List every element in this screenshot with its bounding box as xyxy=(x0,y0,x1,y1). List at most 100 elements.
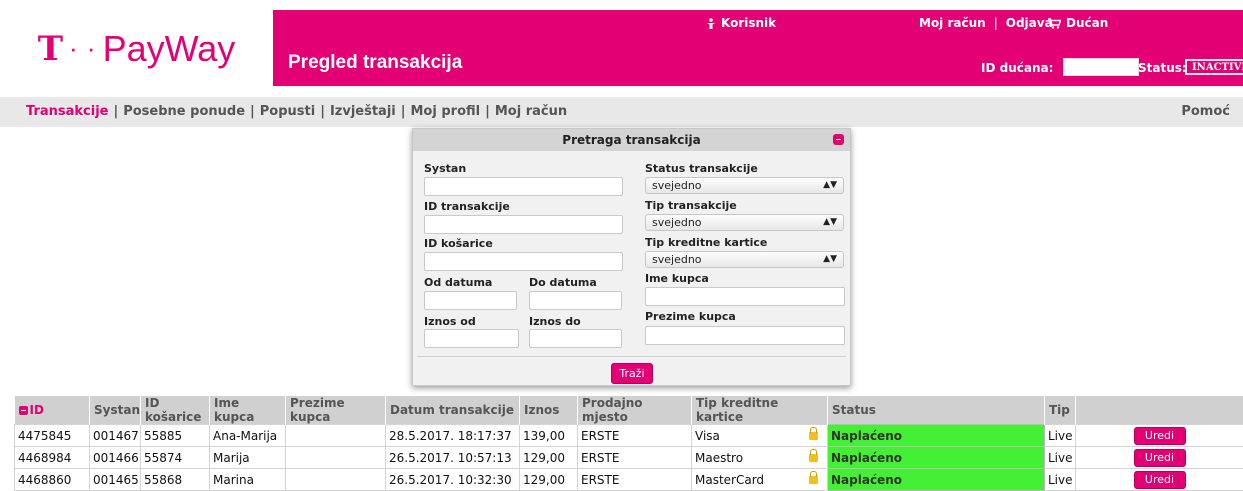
cell-cart: 55874 xyxy=(141,447,210,469)
nav-separator: | xyxy=(245,104,260,119)
systan-input[interactable] xyxy=(424,177,623,196)
nav-items: Transakcije | Posebne ponude | Popusti |… xyxy=(26,104,567,119)
nav-transactions[interactable]: Transakcije xyxy=(26,104,108,119)
logout-link[interactable]: Odjava xyxy=(1006,16,1053,30)
amount-from-label: Iznos od xyxy=(424,315,476,328)
col-systan[interactable]: Systan xyxy=(90,396,141,425)
lock-icon xyxy=(809,476,818,484)
cell-status: Naplaćeno xyxy=(828,469,1045,491)
cell-type: Live xyxy=(1045,469,1076,491)
amount-to-input[interactable] xyxy=(529,329,622,348)
select-arrows-icon: ▲▼ xyxy=(823,178,837,193)
col-cart-id[interactable]: ID košarice xyxy=(141,396,210,425)
cell-pos: ERSTE xyxy=(578,469,692,491)
help-link[interactable]: Pomoć xyxy=(1181,104,1230,119)
edit-button[interactable]: Uredi xyxy=(1134,449,1186,467)
my-account-link[interactable]: Moj račun xyxy=(919,16,986,30)
shop-id-label: ID dućana: xyxy=(981,61,1053,75)
cell-amount: 139,00 xyxy=(520,425,578,447)
card-type-value: svejedno xyxy=(652,253,702,266)
transaction-type-value: svejedno xyxy=(652,216,702,229)
transactions-table: ID Systan ID košarice Ime kupca Prezime … xyxy=(14,396,1243,491)
transaction-status-value: svejedno xyxy=(652,179,702,192)
col-status[interactable]: Status xyxy=(828,396,1045,425)
shop-link[interactable]: Dućan xyxy=(1048,16,1108,30)
sort-icon xyxy=(19,406,28,415)
first-name-label: Ime kupca xyxy=(645,272,709,285)
cell-type: Live xyxy=(1045,425,1076,447)
cell-first-name: Marija xyxy=(210,447,286,469)
edit-button[interactable]: Uredi xyxy=(1134,427,1186,445)
cell-actions: Uredi xyxy=(1076,447,1243,469)
cell-pos: ERSTE xyxy=(578,447,692,469)
first-name-input[interactable] xyxy=(645,287,845,306)
cell-id: 4468860 xyxy=(15,469,90,491)
cell-actions: Uredi xyxy=(1076,469,1243,491)
cell-last-name xyxy=(286,469,386,491)
cell-amount: 129,00 xyxy=(520,469,578,491)
last-name-input[interactable] xyxy=(645,326,845,345)
col-card-type[interactable]: Tip kreditne kartice xyxy=(692,396,828,425)
logo-dots: · · xyxy=(69,33,97,64)
date-from-input[interactable] xyxy=(424,291,517,310)
table-row: 4475845 001467 55885 Ana-Marija 28.5.201… xyxy=(15,425,1243,447)
amount-from-input[interactable] xyxy=(424,329,519,348)
transaction-status-select[interactable]: svejedno ▲▼ xyxy=(645,177,844,194)
cell-first-name: Ana-Marija xyxy=(210,425,286,447)
telekom-t-logo: T xyxy=(38,29,63,69)
cell-card: Maestro xyxy=(692,447,828,469)
logo-text: PayWay xyxy=(103,28,236,70)
transaction-id-input[interactable] xyxy=(424,215,623,234)
nav-separator: | xyxy=(315,104,330,119)
transaction-type-select[interactable]: svejedno ▲▼ xyxy=(645,214,844,231)
lock-icon xyxy=(809,432,818,440)
cell-systan: 001467 xyxy=(90,425,141,447)
col-type[interactable]: Tip xyxy=(1045,396,1076,425)
card-type-select[interactable]: svejedno ▲▼ xyxy=(645,251,844,268)
cart-id-label: ID košarice xyxy=(424,237,493,250)
cell-first-name: Marina xyxy=(210,469,286,491)
card-name: Maestro xyxy=(695,451,743,465)
user-link[interactable]: Korisnik xyxy=(706,16,776,30)
edit-button[interactable]: Uredi xyxy=(1134,471,1186,489)
amount-to-label: Iznos do xyxy=(529,315,581,328)
cell-systan: 001465 xyxy=(90,469,141,491)
shop-id-field[interactable] xyxy=(1063,58,1139,76)
transaction-type-label: Tip transakcije xyxy=(645,199,737,212)
cell-status: Naplaćeno xyxy=(828,447,1045,469)
date-from-label: Od datuma xyxy=(424,276,492,289)
select-arrows-icon: ▲▼ xyxy=(823,252,837,267)
col-pos[interactable]: Prodajno mjesto xyxy=(578,396,692,425)
nav-reports[interactable]: Izvještaji xyxy=(330,104,396,119)
col-id[interactable]: ID xyxy=(15,396,90,425)
nav-separator: | xyxy=(108,104,123,119)
nav-special-offers[interactable]: Posebne ponude xyxy=(123,104,245,119)
header-bar: Pregled transakcija Korisnik Moj račun |… xyxy=(273,10,1243,86)
col-actions xyxy=(1076,396,1243,425)
cell-actions: Uredi xyxy=(1076,425,1243,447)
account-links: Moj račun | Odjava xyxy=(919,16,1053,30)
cart-id-input[interactable] xyxy=(424,252,623,271)
cart-icon xyxy=(1048,18,1061,29)
date-to-input[interactable] xyxy=(529,291,622,310)
last-name-label: Prezime kupca xyxy=(645,310,736,323)
search-button[interactable]: Traži xyxy=(611,363,653,384)
nav-discounts[interactable]: Popusti xyxy=(260,104,315,119)
status-badge: INACTIVE xyxy=(1185,59,1243,75)
cell-amount: 129,00 xyxy=(520,447,578,469)
nav-my-account[interactable]: Moj račun xyxy=(495,104,567,119)
col-date[interactable]: Datum transakcije xyxy=(386,396,520,425)
card-name: Visa xyxy=(695,429,720,443)
cell-card: MasterCard xyxy=(692,469,828,491)
col-first-name[interactable]: Ime kupca xyxy=(210,396,286,425)
search-panel-title-text: Pretraga transakcija xyxy=(562,133,700,147)
user-icon xyxy=(706,18,716,29)
table-row: 4468860 001465 55868 Marina 26.5.2017. 1… xyxy=(15,469,1243,491)
collapse-icon[interactable] xyxy=(833,134,844,145)
payway-logo[interactable]: T · · PayWay xyxy=(38,28,236,70)
cell-date: 28.5.2017. 18:17:37 xyxy=(386,425,520,447)
col-last-name[interactable]: Prezime kupca xyxy=(286,396,386,425)
col-amount[interactable]: Iznos xyxy=(520,396,578,425)
cell-date: 26.5.2017. 10:32:30 xyxy=(386,469,520,491)
nav-my-profile[interactable]: Moj profil xyxy=(411,104,481,119)
